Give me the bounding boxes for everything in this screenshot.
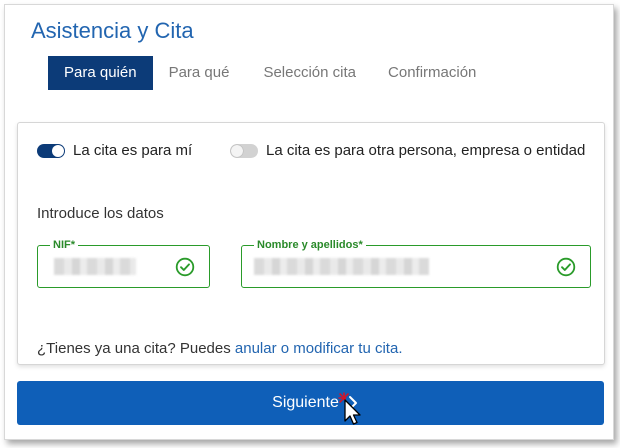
toggle-other-label: La cita es para otra persona, empresa o … bbox=[266, 142, 586, 159]
name-label: Nombre y apellidos* bbox=[254, 238, 366, 252]
form-intro: Introduce los datos bbox=[37, 205, 164, 222]
nif-label: NIF* bbox=[50, 238, 78, 252]
toggle-switch-off[interactable] bbox=[230, 143, 258, 158]
toggle-self-label: La cita es para mí bbox=[73, 142, 193, 159]
check-circle-icon bbox=[175, 257, 195, 277]
nif-value-redacted bbox=[54, 258, 136, 275]
modify-appointment-link[interactable]: anular o modificar tu cita. bbox=[235, 340, 403, 357]
tab-para-que[interactable]: Para qué bbox=[153, 56, 246, 90]
chevron-right-icon bbox=[348, 396, 357, 410]
toggle-switch-on[interactable] bbox=[37, 143, 65, 158]
tab-seleccion-cita[interactable]: Selección cita bbox=[247, 56, 372, 90]
name-field[interactable]: Nombre y apellidos* bbox=[241, 238, 591, 288]
page-title: Asistencia y Cita bbox=[31, 18, 194, 43]
nif-field[interactable]: NIF* bbox=[37, 238, 210, 288]
next-button[interactable]: Siguiente bbox=[17, 381, 604, 425]
next-button-label: Siguiente bbox=[272, 394, 339, 411]
step-tabs: Para quién Para qué Selección cita Confi… bbox=[48, 56, 492, 90]
toggle-other[interactable]: La cita es para otra persona, empresa o … bbox=[230, 142, 585, 159]
check-circle-icon bbox=[556, 257, 576, 277]
existing-appointment-text: ¿Tienes ya una cita? Puedes anular o mod… bbox=[37, 340, 402, 357]
name-value-redacted bbox=[254, 258, 429, 275]
existing-question: ¿Tienes ya una cita? Puedes bbox=[37, 340, 235, 357]
tab-confirmacion[interactable]: Confirmación bbox=[372, 56, 492, 90]
next-button-content: Siguiente bbox=[272, 394, 359, 412]
switch-knob bbox=[231, 144, 243, 157]
toggle-self[interactable]: La cita es para mí bbox=[37, 142, 192, 159]
tab-para-quien[interactable]: Para quién bbox=[48, 56, 153, 90]
switch-knob bbox=[52, 144, 64, 157]
